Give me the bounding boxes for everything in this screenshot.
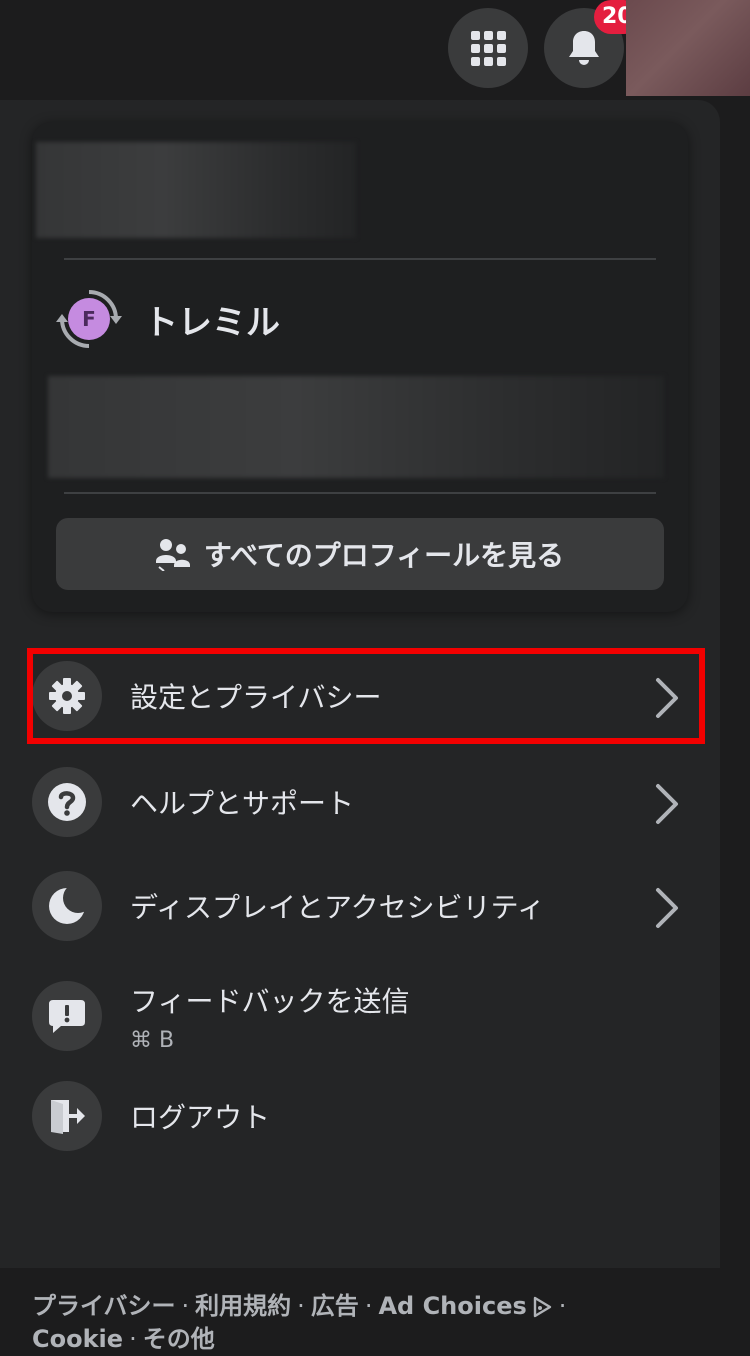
profile-card: F トレミル すべてのプロフィールを見る: [32, 122, 688, 612]
see-all-profiles-label: すべてのプロフィールを見る: [203, 539, 565, 572]
menu-item-logout[interactable]: ログアウト: [32, 1076, 692, 1156]
menu-item-help-support[interactable]: ヘルプとサポート: [32, 762, 692, 842]
question-icon: [32, 767, 102, 837]
page-avatar: F: [68, 298, 110, 340]
footer-separator: ·: [181, 1292, 190, 1320]
footer-separator: ·: [129, 1325, 137, 1353]
chevron-right-icon: [656, 784, 678, 824]
footer-link-ads[interactable]: 広告: [311, 1292, 359, 1320]
footer-links: プライバシー · 利用規約 · 広告 · Ad Choices · Cookie · その他: [32, 1290, 692, 1356]
blurred-profile-row[interactable]: [36, 142, 356, 238]
logout-icon: [32, 1081, 102, 1151]
bell-icon: [569, 31, 599, 65]
see-all-profiles-button[interactable]: すべてのプロフィールを見る: [56, 518, 664, 590]
page-profile-row[interactable]: F トレミル: [56, 284, 280, 354]
menu-button[interactable]: [448, 8, 528, 88]
divider: [64, 492, 656, 494]
grid-menu-icon: [470, 30, 506, 66]
chevron-right-icon: [656, 888, 678, 928]
blurred-profile-row[interactable]: [48, 376, 664, 478]
menu-label: ログアウト: [130, 1101, 271, 1134]
top-bar: 20: [0, 0, 750, 100]
page-name: トレミル: [144, 302, 280, 343]
menu-item-send-feedback[interactable]: フィードバックを送信 ⌘ B: [32, 966, 692, 1066]
footer-link-cookie[interactable]: Cookie: [32, 1325, 123, 1353]
keyboard-shortcut: ⌘ B: [130, 1027, 175, 1053]
footer-separator: ·: [364, 1292, 373, 1320]
divider: [64, 258, 656, 260]
moon-icon: [32, 871, 102, 941]
menu-label: ディスプレイとアクセシビリティ: [130, 891, 545, 924]
footer-link-terms[interactable]: 利用規約: [195, 1292, 291, 1320]
profile-avatar[interactable]: [626, 0, 750, 96]
highlight-box: [27, 648, 705, 744]
footer-link-privacy[interactable]: プライバシー: [32, 1292, 176, 1320]
menu-label: フィードバックを送信: [130, 984, 410, 1018]
footer-link-ad-choices[interactable]: Ad Choices: [378, 1292, 526, 1320]
footer-separator: ·: [558, 1292, 567, 1320]
ad-choices-icon: [533, 1296, 551, 1318]
switch-profile-avatar: F: [56, 286, 122, 352]
menu-label: ヘルプとサポート: [130, 787, 355, 820]
feedback-icon: [32, 981, 102, 1051]
footer-separator: ·: [297, 1292, 305, 1320]
profiles-icon: [155, 537, 192, 571]
footer-link-more[interactable]: その他: [143, 1325, 215, 1353]
menu-item-display-accessibility[interactable]: ディスプレイとアクセシビリティ: [32, 866, 692, 946]
